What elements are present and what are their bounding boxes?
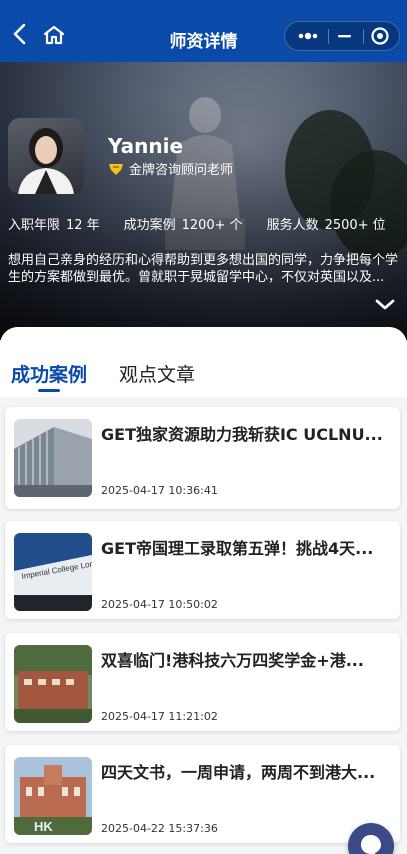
case-thumbnail: Imperial College London	[14, 533, 92, 611]
hku-building-image: HK	[14, 757, 92, 835]
hkust-building-image	[14, 645, 92, 723]
stat-unit: 位	[372, 218, 386, 233]
stat-label: 成功案例	[123, 218, 176, 233]
target-circle-icon	[371, 27, 389, 45]
teacher-role-row: 金牌咨询顾问老师	[108, 159, 233, 178]
teacher-name: Yannie	[108, 134, 184, 158]
stat-value: 1200+	[181, 218, 226, 233]
case-thumbnail: HK	[14, 757, 92, 835]
case-card[interactable]: GET独家资源助力我斩获IC UCLNU... 2025-04-17 10:36…	[5, 407, 400, 509]
minimize-button[interactable]	[325, 22, 363, 50]
imperial-college-image: Imperial College London	[14, 533, 92, 611]
avatar-portrait	[18, 128, 74, 194]
floating-chat-button[interactable]	[348, 823, 394, 854]
stat-value: 12	[66, 218, 83, 233]
case-date: 2025-04-17 11:21:02	[101, 710, 218, 723]
hero-overlay	[0, 60, 407, 340]
stat-value: 2500+	[324, 218, 369, 233]
case-thumbnail	[14, 419, 92, 497]
building-image	[14, 419, 92, 497]
close-button[interactable]	[361, 22, 399, 50]
content-panel: 成功案例 观点文章 GET独家资源助力我斩获IC UCLNU... 2025-0…	[0, 327, 407, 854]
more-button[interactable]	[289, 22, 327, 50]
case-card[interactable]: Imperial College London GET帝国理工录取第五弹！挑战4…	[5, 521, 400, 619]
teacher-bio: 想用自己亲身的经历和心得帮助到更多想出国的同学，力争把每个学生的方案都做到最优。…	[8, 253, 399, 285]
teacher-hero: 师资详情 Yannie 金牌咨询顾问老师 入职年限 12 年 成功案例 1200…	[0, 0, 407, 340]
navbar: 师资详情	[0, 0, 407, 62]
case-date: 2025-04-22 15:37:36	[101, 822, 218, 835]
case-title: GET帝国理工录取第五弹！挑战4天...	[101, 539, 374, 558]
stat-served: 服务人数 2500+ 位	[267, 214, 386, 233]
stat-cases: 成功案例 1200+ 个	[124, 214, 243, 233]
teacher-role: 金牌咨询顾问老师	[129, 163, 234, 178]
stat-years: 入职年限 12 年	[8, 214, 100, 233]
hk-thumb-text: HK	[34, 819, 53, 834]
stat-unit: 年	[86, 218, 100, 233]
stat-label: 服务人数	[266, 218, 319, 233]
case-title: 双喜临门!港科技六万四奖学金+港...	[101, 651, 364, 670]
case-title: GET独家资源助力我斩获IC UCLNU...	[101, 425, 383, 444]
tab-articles[interactable]: 观点文章	[119, 360, 195, 387]
mini-program-capsule	[284, 21, 400, 51]
minus-icon	[338, 35, 351, 38]
stat-label: 入职年限	[8, 218, 61, 233]
tab-active-indicator	[38, 389, 60, 392]
case-card[interactable]: 双喜临门!港科技六万四奖学金+港... 2025-04-17 11:21:02	[5, 633, 400, 731]
more-dots-icon	[298, 32, 318, 40]
tab-success-cases[interactable]: 成功案例	[11, 360, 87, 387]
teacher-avatar	[8, 118, 84, 194]
tab-bar: 成功案例 观点文章	[0, 327, 407, 397]
badge-icon	[109, 163, 123, 175]
case-title: 四天文书，一周申请，两周不到港大...	[101, 763, 376, 782]
chevron-down-icon[interactable]	[374, 298, 396, 312]
case-thumbnail	[14, 645, 92, 723]
case-date: 2025-04-17 10:50:02	[101, 598, 218, 611]
case-card[interactable]: HK 四天文书，一周申请，两周不到港大... 2025-04-22 15:37:…	[5, 745, 400, 843]
chat-icon	[361, 835, 381, 854]
teacher-stats: 入职年限 12 年 成功案例 1200+ 个 服务人数 2500+ 位	[8, 214, 403, 233]
case-date: 2025-04-17 10:36:41	[101, 484, 218, 497]
stat-unit: 个	[229, 218, 243, 233]
